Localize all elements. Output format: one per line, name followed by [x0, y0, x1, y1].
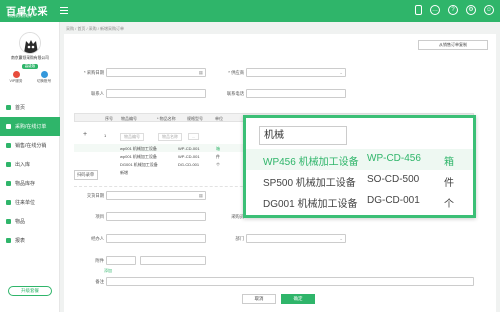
settings-icon[interactable]: ⚙	[466, 5, 476, 15]
remark-input[interactable]	[106, 277, 474, 286]
nav-sales[interactable]: 销售/在线分销	[0, 136, 60, 155]
calendar-icon: ▦	[198, 193, 203, 198]
phone-label: 联系电话	[226, 91, 244, 96]
brand-tagline: 你的采购好助手	[8, 14, 33, 18]
sales-icon	[6, 143, 11, 148]
copy-from-sales-button[interactable]: 从销售订单复制	[418, 40, 488, 50]
nav-partners[interactable]: 往来单位	[0, 193, 60, 212]
avatar[interactable]	[19, 32, 41, 54]
purchase-date-label: * 采购日期	[83, 70, 104, 75]
partner-icon	[6, 200, 11, 205]
home-icon	[6, 105, 11, 110]
help-icon[interactable]: ?	[448, 5, 458, 15]
deliver-date-input[interactable]: ▦	[106, 191, 206, 200]
goods-icon	[6, 219, 11, 224]
brand-logo[interactable]: 百卓优采 你的采购好助手	[6, 3, 56, 19]
scan-import-button[interactable]: 扫码录单	[74, 170, 98, 180]
upgrade-button[interactable]: 升级套餐	[8, 286, 52, 296]
vip-icon	[12, 71, 20, 78]
project-label: 项目	[95, 214, 104, 219]
message-icon[interactable]: …	[430, 5, 440, 15]
nav-menu: 首页 采购/在线订单 销售/在线分销 出入库 物品库存 往来单位 物品 报表	[0, 98, 60, 250]
handler-input[interactable]	[106, 234, 206, 243]
deliver-date-label: 交货日期	[86, 193, 104, 198]
cancel-button[interactable]: 取消	[242, 294, 276, 304]
purchase-date-input[interactable]: ▦	[106, 68, 206, 77]
switch-account[interactable]: 切换账号	[32, 71, 56, 84]
top-icons: … ? ⚙ ☺	[415, 5, 494, 15]
chevron-down-icon: ⌄	[339, 70, 343, 75]
vip-label: VIP服务	[9, 79, 23, 83]
supplier-label: * 供应商	[228, 70, 244, 75]
report-icon	[6, 238, 11, 243]
popup-option[interactable]: SP500 机械加工设备 SO-CD-500 件	[246, 170, 473, 191]
buyer-label: 采购员	[231, 214, 244, 219]
supplier-select[interactable]: ⌄	[246, 68, 346, 77]
department-label: 部门	[235, 236, 244, 241]
project-input[interactable]	[106, 212, 206, 221]
popup-option[interactable]: WP456 机械加工设备 WP-CD-456 箱	[246, 149, 473, 170]
attachment-input[interactable]	[106, 256, 136, 265]
nav-goods[interactable]: 物品	[0, 212, 60, 231]
handler-label: 经办人	[91, 236, 104, 241]
confirm-button[interactable]: 确定	[281, 294, 315, 304]
nav-inventory[interactable]: 物品库存	[0, 174, 60, 193]
switch-label: 切换账号	[36, 79, 52, 83]
vip-service[interactable]: VIP服务	[4, 71, 28, 84]
calendar-icon: ▦	[198, 70, 203, 75]
attachment-name-input[interactable]	[140, 256, 206, 265]
box-icon	[6, 162, 11, 167]
contact-label: 联系人	[91, 91, 104, 96]
nav-reports[interactable]: 报表	[0, 231, 60, 250]
plan-badge: 高级版	[22, 64, 38, 69]
nav-purchase[interactable]: 采购/在线订单	[0, 117, 60, 136]
switch-icon	[40, 71, 48, 78]
breadcrumb: 采购 / 首页 / 采购 / 新增采购订单	[66, 26, 125, 31]
remark-label: 备注	[95, 279, 104, 284]
company-name: 南京赢领采购有限公司	[11, 56, 49, 60]
item-search-input[interactable]: 机械	[259, 126, 347, 145]
contact-input[interactable]	[106, 89, 206, 98]
department-select[interactable]: ⌄	[246, 234, 346, 243]
nav-stock-io[interactable]: 出入库	[0, 155, 60, 174]
popup-option[interactable]: DG001 机械加工设备 DG-CD-001 个	[246, 191, 473, 212]
chevron-down-icon: ⌄	[339, 236, 343, 241]
menu-icon[interactable]	[60, 7, 68, 14]
phone-icon[interactable]	[415, 5, 422, 15]
item-search-popup: 机械 WP456 机械加工设备 WP-CD-456 箱 SP500 机械加工设备…	[243, 115, 476, 218]
inventory-icon	[6, 181, 11, 186]
phone-input[interactable]	[246, 89, 346, 98]
cart-icon	[6, 124, 11, 129]
user-icon[interactable]: ☺	[484, 5, 494, 15]
attachment-label: 附件	[95, 258, 104, 263]
sidebar: 南京赢领采购有限公司 高级版 VIP服务 切换账号 首页 采购/在线订单 销售/…	[0, 22, 60, 312]
nav-home[interactable]: 首页	[0, 98, 60, 117]
top-bar: 百卓优采 你的采购好助手 … ? ⚙ ☺	[0, 0, 500, 22]
add-attachment-link[interactable]: 添加	[104, 268, 112, 274]
